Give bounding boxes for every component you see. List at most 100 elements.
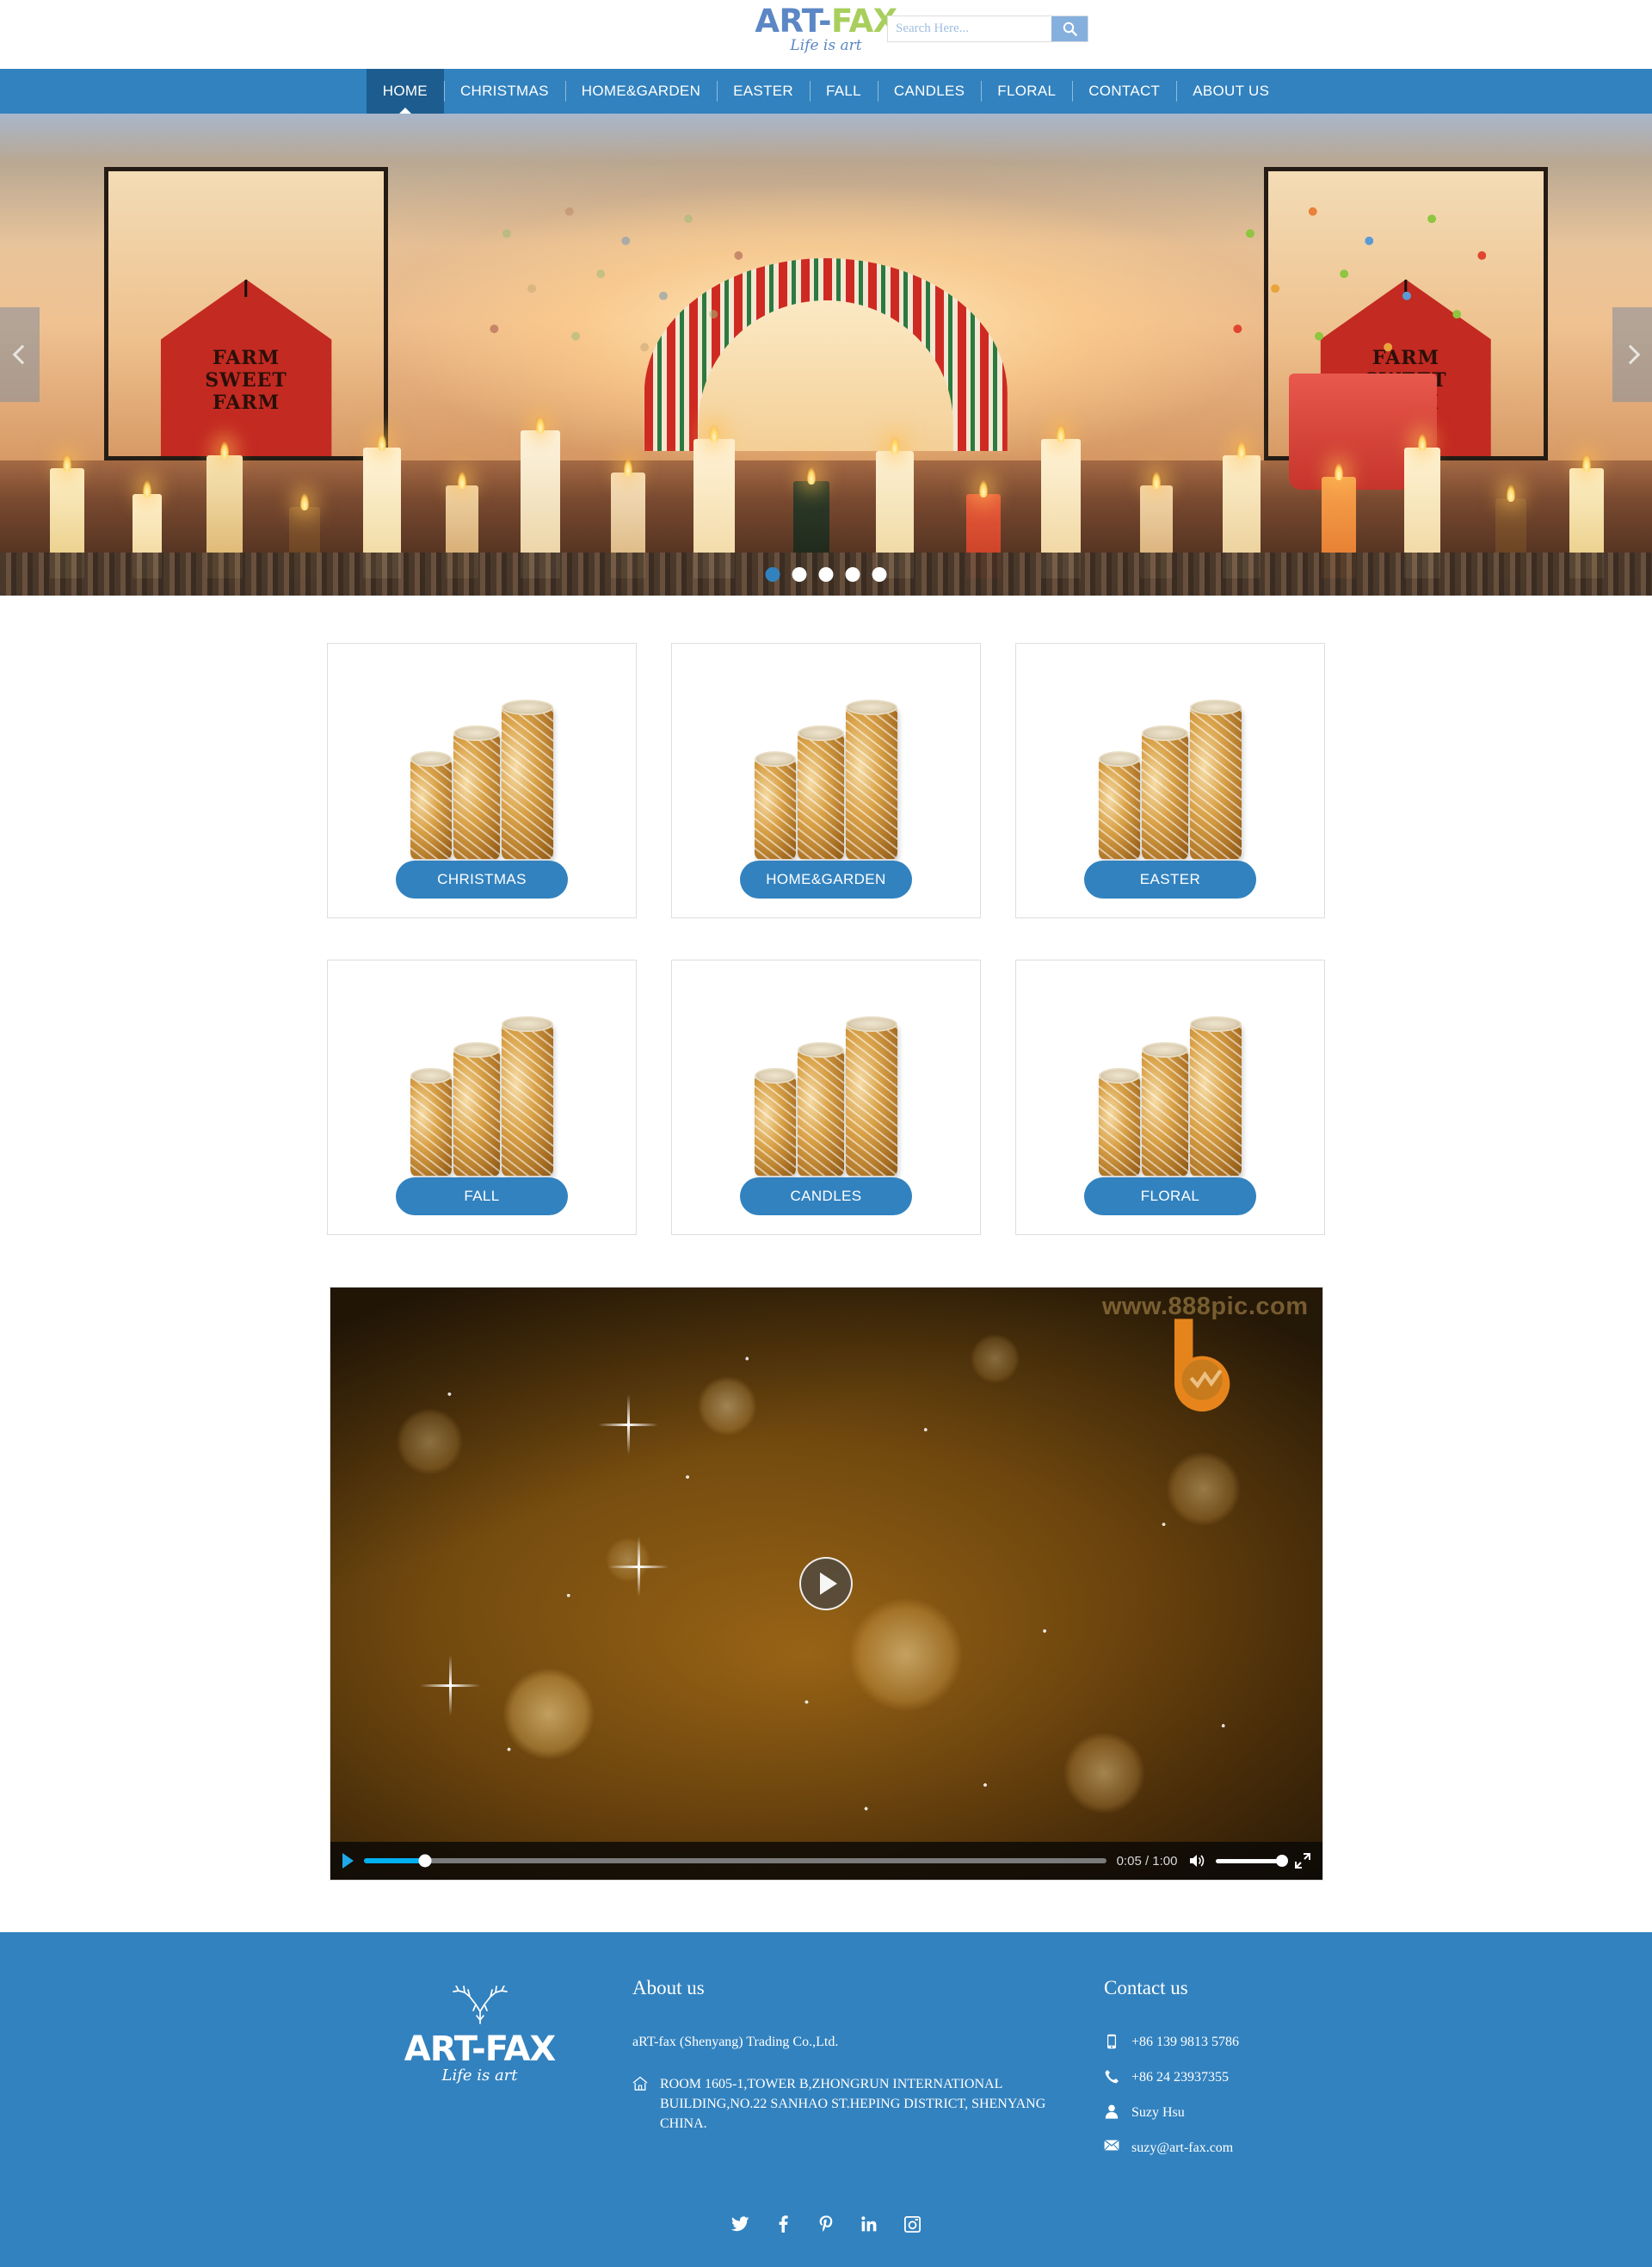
tube-medium (1142, 1042, 1188, 1176)
nav-item-contact[interactable]: CONTACT (1072, 69, 1176, 114)
video-fullscreen-button[interactable] (1294, 1853, 1310, 1869)
carousel-dot-2[interactable] (792, 567, 807, 582)
category-card-easter[interactable]: EASTER (1015, 643, 1325, 918)
nav-item-floral[interactable]: FLORAL (981, 69, 1072, 114)
nav-items: HOME CHRISTMAS HOME&GARDEN EASTER FALL C… (366, 69, 1285, 114)
nav-item-candles[interactable]: CANDLES (877, 69, 981, 114)
nav-label: HOME (382, 83, 428, 99)
tube-medium (453, 1042, 500, 1176)
social-link-facebook[interactable] (773, 2214, 793, 2234)
carousel-indicators (765, 567, 887, 582)
carousel-dot-4[interactable] (845, 567, 860, 582)
video-progress-knob[interactable] (418, 1854, 432, 1868)
nav-label: CONTACT (1088, 83, 1161, 99)
candle-tubes-image (1016, 985, 1324, 1176)
hero-scene: FARMSWEETFARM FARMSWEETFARM (0, 114, 1652, 596)
nav-item-fall[interactable]: FALL (809, 69, 878, 114)
search-input[interactable] (888, 16, 1051, 41)
search-button[interactable] (1051, 16, 1088, 41)
video-controls-bar: 0:05 / 1:00 (330, 1842, 1322, 1880)
footer-logo-tagline: Life is art (441, 2066, 518, 2085)
footer-phone-text: +86 24 23937355 (1131, 2070, 1230, 2085)
mail-icon (1104, 2138, 1119, 2151)
sparkle-star-icon (419, 1654, 480, 1715)
phone-icon (1104, 2067, 1119, 2084)
candle-tubes-image (672, 985, 980, 1176)
carousel-prev-button[interactable] (0, 307, 40, 402)
hero-berry-twigs-right (1205, 200, 1520, 384)
category-button-floral[interactable]: FLORAL (1084, 1177, 1256, 1215)
hero-carousel: FARMSWEETFARM FARMSWEETFARM (0, 114, 1652, 596)
footer-columns: ART-FAX Life is art About us aRT-fax (Sh… (327, 1932, 1325, 2173)
footer-person-text: Suzy Hsu (1131, 2105, 1185, 2120)
category-button-candles[interactable]: CANDLES (740, 1177, 912, 1215)
deer-icon (452, 1986, 508, 2024)
category-button-home-garden[interactable]: HOME&GARDEN (740, 861, 912, 899)
video-volume-slider[interactable] (1215, 1855, 1288, 1867)
footer-person-row: Suzy Hsu (1104, 2103, 1325, 2122)
carousel-next-button[interactable] (1612, 307, 1652, 402)
category-button-easter[interactable]: EASTER (1084, 861, 1256, 899)
carousel-dot-3[interactable] (818, 567, 834, 582)
video-volume-button[interactable] (1188, 1853, 1205, 1869)
category-card-christmas[interactable]: CHRISTMAS (327, 643, 637, 918)
social-link-twitter[interactable] (730, 2214, 750, 2234)
hero-berry-twigs-left (462, 200, 777, 384)
pinterest-icon (819, 2215, 833, 2232)
category-card-fall[interactable]: FALL (327, 960, 637, 1235)
video-play-overlay-button[interactable] (799, 1557, 853, 1610)
footer-address-text: ROOM 1605-1,TOWER B,ZHONGRUN INTERNATION… (660, 2077, 1046, 2131)
mobile-icon (1104, 2032, 1119, 2049)
footer-phone-row: +86 24 23937355 (1104, 2067, 1325, 2087)
nav-item-christmas[interactable]: CHRISTMAS (443, 69, 565, 114)
video-player[interactable]: www.888pic.com 0:05 / 1:00 (329, 1287, 1323, 1881)
footer-about-column: About us aRT-fax (Shenyang) Trading Co.,… (632, 1977, 1088, 2173)
social-link-instagram[interactable] (902, 2214, 922, 2234)
tube-small (410, 751, 452, 859)
category-button-christmas[interactable]: CHRISTMAS (396, 861, 568, 899)
logo-text-art: ART- (755, 3, 831, 40)
video-watermark-text: www.888pic.com (1101, 1293, 1309, 1320)
search-box (887, 15, 1088, 42)
footer-contact-heading: Contact us (1104, 1977, 1188, 1998)
footer-company-name: aRT-fax (Shenyang) Trading Co.,Ltd. (632, 2035, 839, 2049)
tube-large (502, 1016, 553, 1176)
nav-item-home-garden[interactable]: HOME&GARDEN (564, 69, 717, 114)
candle-tubes-image (328, 668, 636, 859)
carousel-dot-1[interactable] (765, 567, 780, 582)
nav-item-easter[interactable]: EASTER (717, 69, 810, 114)
tube-small (755, 751, 796, 859)
footer-contact-column: Contact us +86 139 9813 5786 +86 24 2393… (1088, 1977, 1325, 2173)
category-section: CHRISTMAS HOME&GARDEN EASTER FALL CANDLE… (0, 596, 1652, 1287)
category-button-fall[interactable]: FALL (396, 1177, 568, 1215)
tube-large (1190, 700, 1242, 859)
nav-label: HOME&GARDEN (581, 83, 701, 99)
footer-email-row[interactable]: suzy@art-fax.com (1104, 2138, 1325, 2158)
footer-email-text: suzy@art-fax.com (1131, 2140, 1234, 2155)
social-link-linkedin[interactable] (859, 2214, 879, 2234)
candle-tubes-image (328, 985, 636, 1176)
tube-large (1190, 1016, 1242, 1176)
site-header: ART-FAX Life is art (0, 0, 1652, 69)
tube-large (502, 700, 553, 859)
video-progress-bar[interactable] (363, 1854, 1106, 1868)
video-section: www.888pic.com 0:05 / 1:00 (0, 1287, 1652, 1932)
footer-mobile-row: +86 139 9813 5786 (1104, 2032, 1325, 2052)
site-footer: ART-FAX Life is art About us aRT-fax (Sh… (0, 1932, 1652, 2267)
weathervane-icon (231, 279, 262, 298)
category-card-home-garden[interactable]: HOME&GARDEN (671, 643, 981, 918)
nav-item-home[interactable]: HOME (366, 69, 444, 114)
nav-item-about-us[interactable]: ABOUT US (1176, 69, 1285, 114)
category-card-candles[interactable]: CANDLES (671, 960, 981, 1235)
carousel-dot-5[interactable] (872, 567, 887, 582)
tube-small (755, 1068, 796, 1176)
category-card-floral[interactable]: FLORAL (1015, 960, 1325, 1235)
nav-label: ABOUT US (1193, 83, 1270, 99)
sparkle-star-icon (598, 1393, 659, 1455)
tube-small (410, 1068, 452, 1176)
video-volume-knob[interactable] (1275, 1855, 1288, 1867)
footer-mobile-text: +86 139 9813 5786 (1131, 2035, 1240, 2049)
brand-b-watermark-icon (1174, 1319, 1230, 1412)
social-link-pinterest[interactable] (816, 2214, 836, 2234)
video-play-button[interactable] (342, 1853, 354, 1869)
